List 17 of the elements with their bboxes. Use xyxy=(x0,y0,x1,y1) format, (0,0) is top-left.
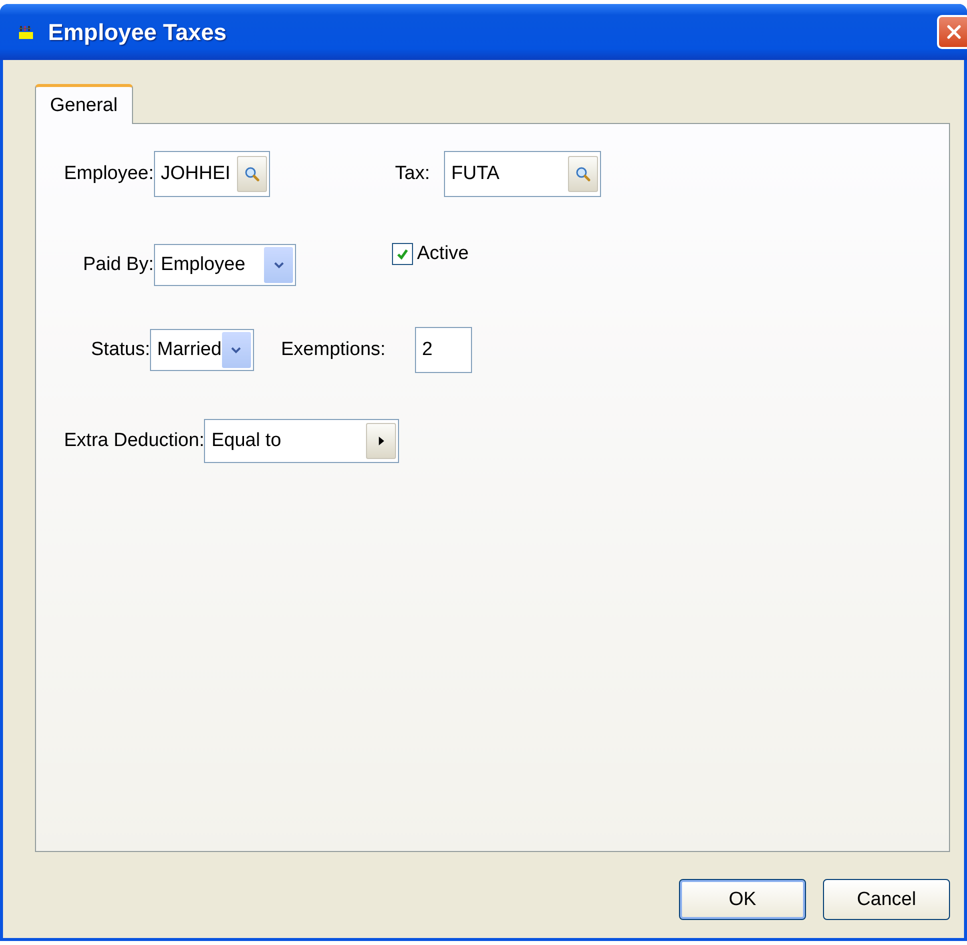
field-label: Tax: xyxy=(395,163,431,185)
dialog-button[interactable]: Cancel xyxy=(823,879,950,920)
text-field[interactable]: 2 xyxy=(415,326,472,372)
dropdown[interactable]: Married xyxy=(150,328,254,370)
dropdown[interactable]: Employee xyxy=(154,244,296,286)
field-label: Paid By: xyxy=(83,254,154,276)
field-label: Extra Deduction: xyxy=(64,430,204,452)
dialog-button[interactable]: OK xyxy=(679,879,806,920)
lookup-field[interactable]: JOHHEI xyxy=(154,151,270,197)
field-label: Status: xyxy=(91,338,150,360)
tab[interactable]: General xyxy=(35,84,133,124)
picker-field[interactable]: Equal to xyxy=(204,419,399,463)
checkbox-label: Active xyxy=(417,243,469,265)
lookup-field[interactable]: FUTA xyxy=(444,151,601,197)
field-label: Employee: xyxy=(64,163,154,185)
field-label: Exemptions: xyxy=(281,338,387,360)
window-title: Employee Taxes xyxy=(48,18,228,46)
